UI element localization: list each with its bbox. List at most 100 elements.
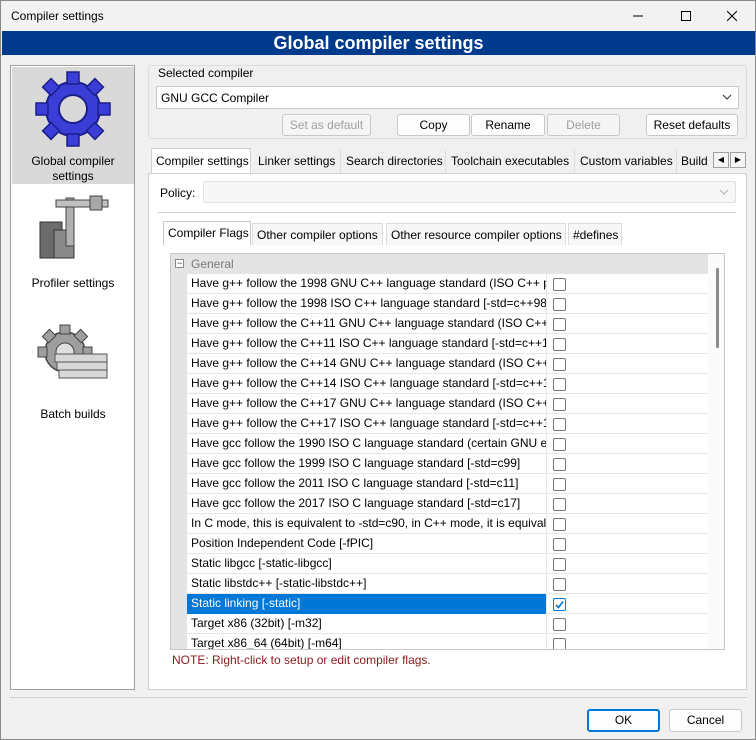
flag-checkbox[interactable] bbox=[553, 358, 566, 371]
compiler-settings-window: Compiler settings Global compiler settin… bbox=[0, 0, 756, 740]
flag-row[interactable]: Have g++ follow the C++17 ISO C++ langua… bbox=[187, 414, 708, 434]
grid-margin bbox=[171, 274, 187, 649]
flag-checkbox[interactable] bbox=[553, 558, 566, 571]
gear-icon bbox=[35, 71, 111, 147]
flag-row[interactable]: Have gcc follow the 1990 ISO C language … bbox=[187, 434, 708, 454]
tab-build[interactable]: Build bbox=[677, 150, 711, 173]
scrollbar-thumb[interactable] bbox=[716, 268, 719, 348]
flag-checkbox[interactable] bbox=[553, 518, 566, 531]
flag-checkbox[interactable] bbox=[553, 298, 566, 311]
tab-other-resource-compiler-options[interactable]: Other resource compiler options bbox=[386, 223, 566, 245]
flag-checkbox[interactable] bbox=[553, 418, 566, 431]
flag-checkbox[interactable] bbox=[553, 398, 566, 411]
flag-checkbox[interactable] bbox=[553, 578, 566, 591]
collapse-icon[interactable]: − bbox=[175, 259, 184, 268]
tabs-scroll-left-button[interactable]: ◀ bbox=[713, 152, 729, 168]
flag-label: Static linking [-static] bbox=[187, 594, 547, 614]
divider bbox=[10, 697, 747, 698]
flag-checkbox[interactable] bbox=[553, 638, 566, 649]
reset-defaults-button[interactable]: Reset defaults bbox=[646, 114, 738, 136]
policy-select[interactable] bbox=[203, 181, 736, 203]
flag-label: Have g++ follow the 1998 GNU C++ languag… bbox=[187, 274, 547, 294]
flag-row[interactable]: Have g++ follow the C++17 GNU C++ langua… bbox=[187, 394, 708, 414]
flag-label: Have g++ follow the C++11 GNU C++ langua… bbox=[187, 314, 547, 334]
close-button[interactable] bbox=[709, 1, 755, 31]
flag-label: Have gcc follow the 2011 ISO C language … bbox=[187, 474, 547, 494]
tab-linker-settings[interactable]: Linker settings bbox=[254, 150, 341, 173]
close-icon bbox=[727, 11, 737, 21]
note-text: NOTE: Right-click to setup or edit compi… bbox=[172, 653, 431, 667]
flag-label: Have gcc follow the 2017 ISO C language … bbox=[187, 494, 547, 514]
compiler-select-value: GNU GCC Compiler bbox=[161, 91, 270, 105]
flag-row[interactable]: Target x86 (32bit) [-m32] bbox=[187, 614, 708, 634]
flag-checkbox[interactable] bbox=[553, 438, 566, 451]
flag-checkbox[interactable] bbox=[553, 378, 566, 391]
sidebar-item-profiler-settings[interactable]: Profiler settings bbox=[12, 190, 134, 290]
flag-row[interactable]: Have gcc follow the 1999 ISO C language … bbox=[187, 454, 708, 474]
flag-row[interactable]: Static libgcc [-static-libgcc] bbox=[187, 554, 708, 574]
flag-checkbox[interactable] bbox=[553, 618, 566, 631]
flag-label: Have g++ follow the 1998 ISO C++ languag… bbox=[187, 294, 547, 314]
maximize-button[interactable] bbox=[663, 1, 709, 31]
flag-checkbox[interactable] bbox=[553, 478, 566, 491]
flag-label: Position Independent Code [-fPIC] bbox=[187, 534, 547, 554]
flag-label: Target x86 (32bit) [-m32] bbox=[187, 614, 547, 634]
profiler-icon bbox=[39, 195, 109, 259]
rename-button[interactable]: Rename bbox=[471, 114, 545, 136]
cancel-button[interactable]: Cancel bbox=[669, 709, 742, 732]
sidebar-item-global-compiler-settings[interactable]: Global compiler settings bbox=[12, 67, 134, 184]
flag-label: Have gcc follow the 1999 ISO C language … bbox=[187, 454, 547, 474]
flag-label: Static libgcc [-static-libgcc] bbox=[187, 554, 547, 574]
minimize-icon bbox=[633, 15, 643, 17]
flag-checkbox[interactable] bbox=[553, 598, 566, 611]
sidebar-item-label: Global compiler settings bbox=[31, 154, 115, 183]
window-title: Compiler settings bbox=[11, 9, 104, 23]
maximize-icon bbox=[681, 11, 691, 21]
flag-label: Have g++ follow the C++17 ISO C++ langua… bbox=[187, 414, 547, 434]
flag-label: In C mode, this is equivalent to -std=c9… bbox=[187, 514, 547, 534]
tab-toolchain-executables[interactable]: Toolchain executables bbox=[447, 150, 575, 173]
batch-builds-icon bbox=[37, 324, 108, 379]
delete-button[interactable]: Delete bbox=[547, 114, 620, 136]
tab-custom-variables[interactable]: Custom variables bbox=[576, 150, 677, 173]
flag-row[interactable]: Have g++ follow the C++11 ISO C++ langua… bbox=[187, 334, 708, 354]
flag-row[interactable]: Have gcc follow the 2017 ISO C language … bbox=[187, 494, 708, 514]
flag-checkbox[interactable] bbox=[553, 538, 566, 551]
tab-compiler-flags[interactable]: Compiler Flags bbox=[163, 221, 251, 245]
flag-row[interactable]: Have g++ follow the C++14 ISO C++ langua… bbox=[187, 374, 708, 394]
flag-row[interactable]: Have g++ follow the C++11 GNU C++ langua… bbox=[187, 314, 708, 334]
flag-row[interactable]: Target x86_64 (64bit) [-m64] bbox=[187, 634, 708, 649]
flag-label: Target x86_64 (64bit) [-m64] bbox=[187, 634, 547, 649]
tab-compiler-settings[interactable]: Compiler settings bbox=[151, 148, 251, 173]
flag-checkbox[interactable] bbox=[553, 338, 566, 351]
flag-checkbox[interactable] bbox=[553, 278, 566, 291]
set-as-default-button[interactable]: Set as default bbox=[282, 114, 371, 136]
category-general[interactable]: − General bbox=[171, 254, 708, 274]
flag-row[interactable]: Have g++ follow the 1998 GNU C++ languag… bbox=[187, 274, 708, 294]
copy-button[interactable]: Copy bbox=[397, 114, 470, 136]
minimize-button[interactable] bbox=[615, 1, 661, 31]
compiler-flags-grid: − General Have g++ follow the 1998 GNU C… bbox=[170, 253, 725, 650]
flag-row[interactable]: In C mode, this is equivalent to -std=c9… bbox=[187, 514, 708, 534]
sidebar-item-label: Batch builds bbox=[40, 407, 106, 421]
chevron-down-icon bbox=[722, 94, 732, 100]
flag-checkbox[interactable] bbox=[553, 458, 566, 471]
flag-row[interactable]: Static linking [-static] bbox=[187, 594, 708, 614]
flag-row[interactable]: Have g++ follow the 1998 ISO C++ languag… bbox=[187, 294, 708, 314]
tab-defines[interactable]: #defines bbox=[568, 223, 622, 245]
tabs-scroll-right-button[interactable]: ▶ bbox=[730, 152, 746, 168]
flag-row[interactable]: Position Independent Code [-fPIC] bbox=[187, 534, 708, 554]
vertical-scrollbar[interactable] bbox=[708, 254, 724, 649]
title-bar: Compiler settings bbox=[1, 1, 755, 31]
flag-row[interactable]: Static libstdc++ [-static-libstdc++] bbox=[187, 574, 708, 594]
sidebar-item-label: Profiler settings bbox=[31, 276, 115, 290]
flag-checkbox[interactable] bbox=[553, 498, 566, 511]
flag-checkbox[interactable] bbox=[553, 318, 566, 331]
tab-search-directories[interactable]: Search directories bbox=[342, 150, 446, 173]
flag-row[interactable]: Have g++ follow the C++14 GNU C++ langua… bbox=[187, 354, 708, 374]
tab-other-compiler-options[interactable]: Other compiler options bbox=[252, 223, 383, 245]
sidebar-item-batch-builds[interactable]: Batch builds bbox=[12, 322, 134, 422]
flag-row[interactable]: Have gcc follow the 2011 ISO C language … bbox=[187, 474, 708, 494]
compiler-select[interactable]: GNU GCC Compiler bbox=[156, 86, 739, 109]
ok-button[interactable]: OK bbox=[587, 709, 660, 732]
